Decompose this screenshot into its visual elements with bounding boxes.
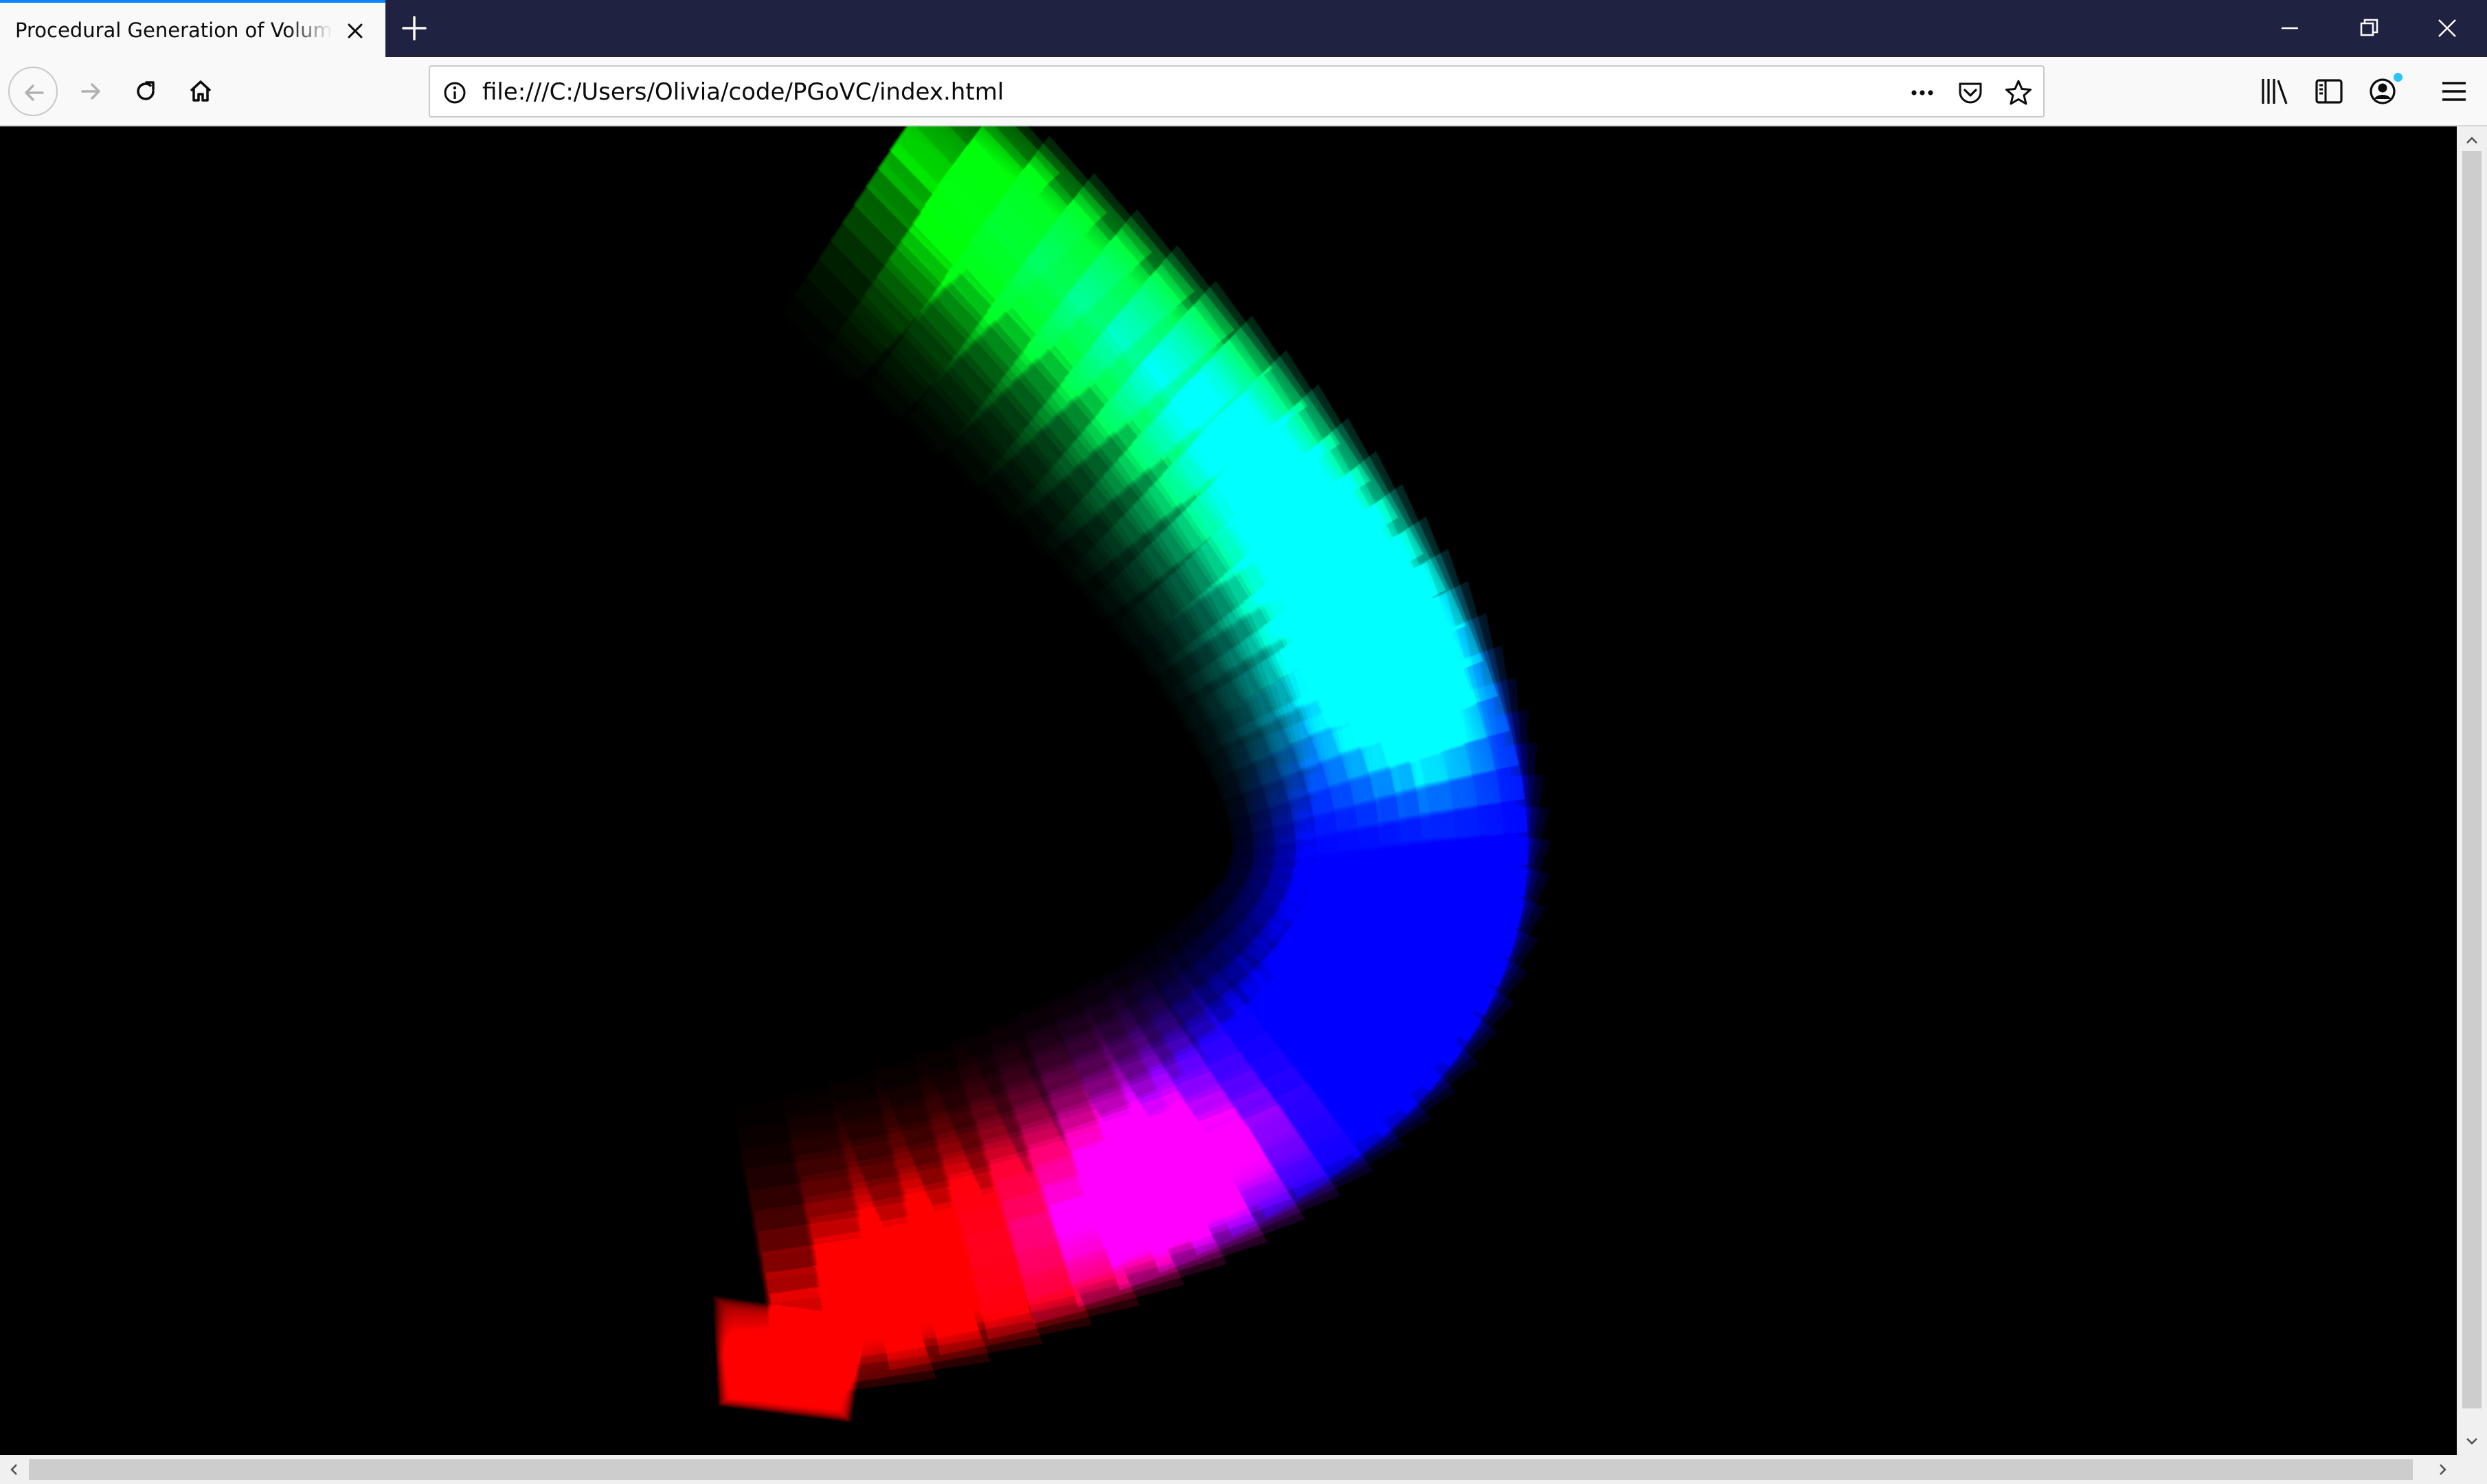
vertical-scrollbar[interactable] <box>2457 126 2487 1455</box>
sidebar-icon[interactable] <box>2311 74 2347 109</box>
menu-icon[interactable] <box>2436 74 2472 109</box>
chevron-down-icon[interactable] <box>2460 1429 2484 1454</box>
plus-icon[interactable] <box>398 12 430 44</box>
info-icon[interactable] <box>440 78 470 108</box>
more-icon[interactable] <box>1907 78 1937 108</box>
minimize-icon[interactable] <box>2251 0 2330 57</box>
browser-window: Procedural Generation of Volumetric Clou… <box>0 0 2487 1484</box>
tab-active[interactable]: Procedural Generation of Volumetric Clou… <box>0 0 385 57</box>
horizontal-scrollbar[interactable] <box>0 1455 2487 1484</box>
chevron-up-icon[interactable] <box>2460 128 2484 153</box>
navigation-toolbar: file:///C:/Users/Olivia/code/PGoVC/index… <box>0 57 2487 126</box>
tab-title: Procedural Generation of Volumetric Clou… <box>15 19 333 42</box>
pocket-icon[interactable] <box>1955 78 1985 108</box>
volume-render-canvas[interactable] <box>0 126 2457 1455</box>
vertical-scroll-thumb[interactable] <box>2462 151 2482 1408</box>
arrow-right-icon[interactable] <box>66 67 115 116</box>
close-icon[interactable] <box>342 18 368 44</box>
home-icon[interactable] <box>176 67 225 116</box>
tab-strip: Procedural Generation of Volumetric Clou… <box>0 0 2487 57</box>
star-icon[interactable] <box>2003 78 2034 108</box>
chevron-left-icon[interactable] <box>1 1457 26 1482</box>
close-icon[interactable] <box>2408 0 2487 57</box>
library-icon[interactable] <box>2258 74 2293 109</box>
restore-icon[interactable] <box>2330 0 2409 57</box>
url-text: file:///C:/Users/Olivia/code/PGoVC/index… <box>482 78 1004 106</box>
arrow-left-icon[interactable] <box>8 67 58 116</box>
url-bar[interactable]: file:///C:/Users/Olivia/code/PGoVC/index… <box>429 65 2045 117</box>
render-viewport[interactable] <box>0 126 2457 1455</box>
notification-badge <box>2394 73 2402 82</box>
horizontal-scroll-thumb[interactable] <box>29 1459 2413 1480</box>
chevron-right-icon[interactable] <box>2431 1457 2455 1482</box>
reload-icon[interactable] <box>121 67 170 116</box>
